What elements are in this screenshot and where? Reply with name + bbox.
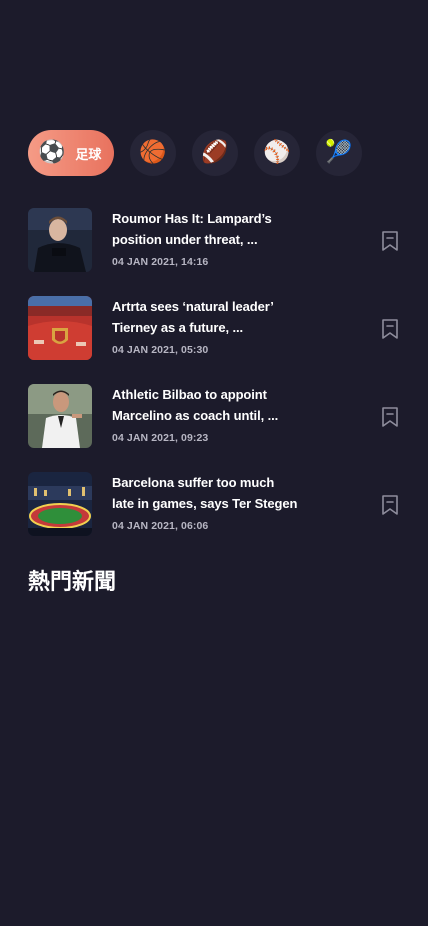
sport-chip-label: 足球 xyxy=(75,147,102,163)
sport-chip-baseball[interactable]: ⚾ xyxy=(254,130,300,176)
news-title-line: late in games, says Ter Stegen xyxy=(112,496,298,511)
news-item[interactable]: Artrta sees ‘natural leader’ Tierney as … xyxy=(28,296,400,360)
news-title: Artrta sees ‘natural leader’ Tierney as … xyxy=(112,296,302,338)
news-title-line: Tierney as a future, ... xyxy=(112,320,244,335)
news-list: Roumor Has It: Lampard’s position under … xyxy=(28,208,400,560)
news-title-line: Marcelino as coach until, ... xyxy=(112,408,279,423)
news-title-line: Athletic Bilbao to appoint xyxy=(112,387,267,402)
news-title: Athletic Bilbao to appoint Marcelino as … xyxy=(112,384,302,426)
sport-chip-american-football[interactable]: 🏈 xyxy=(192,130,238,176)
news-timestamp: 04 JAN 2021, 09:23 xyxy=(112,432,209,444)
news-thumbnail xyxy=(28,384,92,448)
soccer-ball-icon: ⚽ xyxy=(38,140,66,165)
basketball-icon: 🏀 xyxy=(139,140,167,165)
news-thumbnail xyxy=(28,472,92,536)
american-football-icon: 🏈 xyxy=(201,140,229,165)
news-thumbnail xyxy=(28,208,92,272)
news-thumbnail xyxy=(28,296,92,360)
news-item[interactable]: Barcelona suffer too much late in games,… xyxy=(28,472,400,536)
sport-chip-basketball[interactable]: 🏀 xyxy=(130,130,176,176)
bookmark-icon[interactable] xyxy=(380,318,400,340)
news-timestamp: 04 JAN 2021, 14:16 xyxy=(112,256,209,268)
news-timestamp: 04 JAN 2021, 06:06 xyxy=(112,520,209,532)
news-item[interactable]: Athletic Bilbao to appoint Marcelino as … xyxy=(28,384,400,448)
news-title-line: Artrta sees ‘natural leader’ xyxy=(112,299,274,314)
news-title-line: Barcelona suffer too much xyxy=(112,475,275,490)
sport-chip-soccer[interactable]: ⚽ 足球 xyxy=(28,130,114,176)
news-item[interactable]: Roumor Has It: Lampard’s position under … xyxy=(28,208,400,272)
news-title-line: Roumor Has It: Lampard’s xyxy=(112,211,272,226)
news-title: Barcelona suffer too much late in games,… xyxy=(112,472,302,514)
sport-chip-tennis[interactable]: 🎾 xyxy=(316,130,362,176)
bookmark-icon[interactable] xyxy=(380,230,400,252)
sport-filter-bar: ⚽ 足球 🏀 🏈 ⚾ 🎾 xyxy=(28,130,362,176)
news-title-line: position under threat, ... xyxy=(112,232,258,247)
tennis-ball-icon: 🎾 xyxy=(325,140,353,165)
baseball-icon: ⚾ xyxy=(263,140,291,165)
bookmark-icon[interactable] xyxy=(380,406,400,428)
section-title-hot-news: 熱門新聞 xyxy=(28,569,117,595)
news-title: Roumor Has It: Lampard’s position under … xyxy=(112,208,302,250)
bookmark-icon[interactable] xyxy=(380,494,400,516)
news-timestamp: 04 JAN 2021, 05:30 xyxy=(112,344,209,356)
